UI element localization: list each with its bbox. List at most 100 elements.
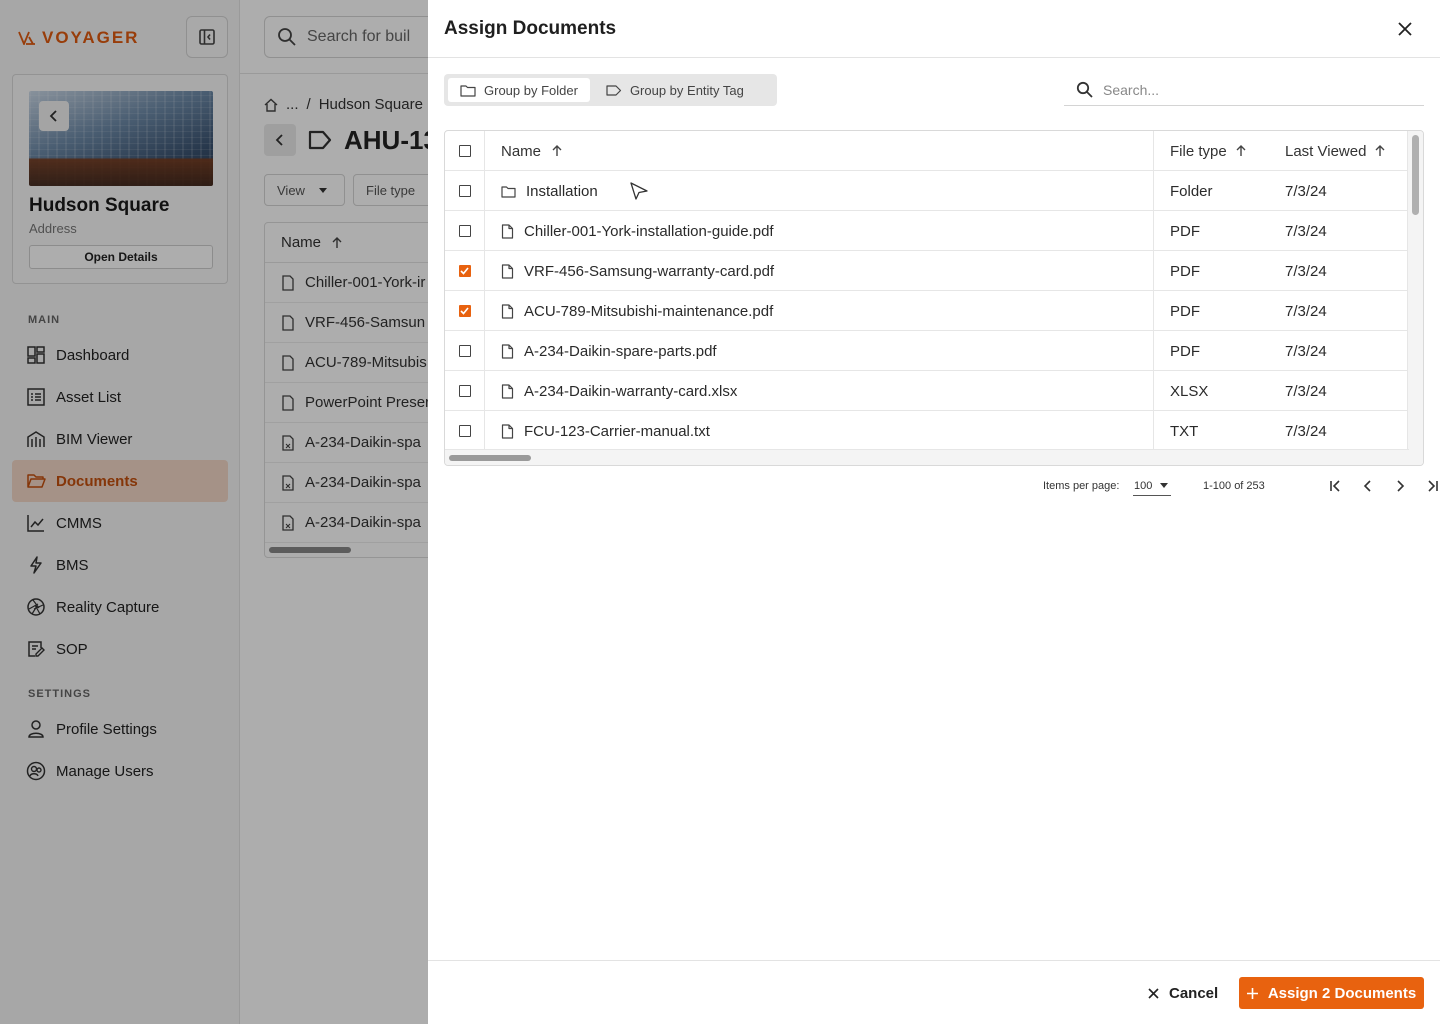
caret-down-icon [1160,483,1169,488]
modal-backdrop[interactable] [0,0,428,1024]
row-checkbox-cell [445,291,485,331]
file-icon [501,303,514,319]
vertical-scrollbar[interactable] [1407,131,1423,465]
items-per-page-select[interactable]: 100 [1133,476,1171,496]
search-icon [1076,81,1093,98]
column-label: Name [501,142,542,160]
assign-documents-dialog: Assign Documents Group by Folder Group b… [428,0,1440,1024]
plus-icon [1246,987,1258,999]
file-icon [501,263,514,279]
next-page-button[interactable] [1390,476,1410,496]
assign-label: Assign 2 Documents [1267,984,1417,1002]
select-all-checkbox[interactable] [458,145,471,157]
row-last-viewed: 7/3/24 [1285,262,1327,280]
table-row[interactable]: Chiller-001-York-installation-guide.pdf P… [445,211,1409,251]
sort-up-icon [1236,145,1246,156]
row-checkbox-cell [445,411,485,451]
checkmark-icon [460,267,469,275]
tag-icon [606,84,622,96]
tab-group-by-folder[interactable]: Group by Folder [448,78,590,102]
file-icon [501,343,514,359]
table-row[interactable]: Installation Folder 7/3/24 [445,171,1409,211]
row-checkbox-cell [445,211,485,251]
items-per-page-label: Items per page: [1043,480,1120,492]
tab-label: Group by Folder [484,82,578,98]
row-name-cell[interactable]: VRF-456-Samsung-warranty-card.pdf [485,251,1154,291]
row-name: ACU-789-Mitsubishi-maintenance.pdf [524,302,774,320]
cancel-button[interactable]: Cancel [1148,977,1218,1009]
file-icon [501,383,514,399]
row-last-viewed: 7/3/24 [1285,422,1327,440]
grouping-toggle: Group by Folder Group by Entity Tag [444,74,777,106]
folder-icon [460,84,476,97]
row-file-type: PDF [1170,342,1200,360]
select-all-cell [445,131,485,171]
tab-label: Group by Entity Tag [629,82,744,98]
sort-up-icon [552,145,562,156]
mouse-cursor-icon [629,181,649,206]
row-checkbox-cell [445,331,485,371]
row-name: Installation [526,182,598,200]
row-name-cell[interactable]: Chiller-001-York-installation-guide.pdf [485,211,1154,251]
close-dialog-button[interactable] [1394,18,1416,40]
horizontal-scrollbar[interactable] [445,449,1409,465]
horizontal-scroll-thumb[interactable] [449,455,531,461]
sort-up-icon [1375,145,1385,156]
table-row[interactable]: A-234-Daikin-spare-parts.pdf PDF 7/3/24 [445,331,1409,371]
row-checkbox[interactable] [458,425,471,437]
row-checkbox-cell [445,371,485,411]
assign-documents-button[interactable]: Assign 2 Documents [1239,977,1424,1009]
row-last-viewed: 7/3/24 [1285,302,1327,320]
row-name: Chiller-001-York-installation-guide.pdf [524,222,774,240]
row-checkbox[interactable] [458,265,471,277]
column-label: File type [1170,142,1227,160]
row-checkbox[interactable] [458,345,471,357]
dialog-footer: Cancel Assign 2 Documents [428,960,1440,1024]
last-page-icon [1428,480,1438,492]
row-name: VRF-456-Samsung-warranty-card.pdf [524,262,775,280]
first-page-icon [1330,480,1340,492]
row-name-cell[interactable]: FCU-123-Carrier-manual.txt [485,411,1154,451]
row-name: A-234-Daikin-spare-parts.pdf [524,342,717,360]
file-icon [501,423,514,439]
first-page-button[interactable] [1326,476,1346,496]
row-checkbox[interactable] [458,385,471,397]
table-row[interactable]: FCU-123-Carrier-manual.txt TXT 7/3/24 [445,411,1409,451]
items-per-page-value: 100 [1134,479,1153,492]
name-column-header[interactable]: Name [485,131,1154,171]
document-search-input[interactable] [1103,81,1403,98]
row-name: FCU-123-Carrier-manual.txt [524,422,710,440]
row-checkbox[interactable] [458,185,471,197]
table-row[interactable]: A-234-Daikin-warranty-card.xlsx XLSX 7/3/2… [445,371,1409,411]
row-checkbox[interactable] [458,305,471,317]
row-name-cell[interactable]: A-234-Daikin-warranty-card.xlsx [485,371,1154,411]
folder-icon [501,185,516,198]
row-checkbox[interactable] [458,225,471,237]
page-range: 1-100 of 253 [1203,480,1265,492]
row-file-type: TXT [1170,422,1199,440]
previous-page-button[interactable] [1358,476,1378,496]
row-last-viewed: 7/3/24 [1285,342,1327,360]
row-file-type: XLSX [1170,382,1209,400]
row-name: A-234-Daikin-warranty-card.xlsx [524,382,738,400]
pagination: Items per page: 100 1-100 of 253 [1028,474,1438,498]
row-file-type: PDF [1170,222,1200,240]
close-icon [1398,22,1412,36]
file-type-column-header[interactable]: File type [1170,131,1280,171]
chevron-right-icon [1397,480,1405,492]
column-label: Last Viewed [1285,142,1367,160]
tab-group-by-entity-tag[interactable]: Group by Entity Tag [594,78,756,102]
dialog-header: Assign Documents [428,0,1440,58]
last-page-button[interactable] [1422,476,1440,496]
row-name-cell[interactable]: A-234-Daikin-spare-parts.pdf [485,331,1154,371]
row-name-cell[interactable]: Installation [485,171,1154,211]
last-viewed-column-header[interactable]: Last Viewed [1285,131,1405,171]
row-name-cell[interactable]: ACU-789-Mitsubishi-maintenance.pdf [485,291,1154,331]
row-last-viewed: 7/3/24 [1285,382,1327,400]
row-file-type: PDF [1170,302,1200,320]
table-row[interactable]: VRF-456-Samsung-warranty-card.pdf PDF 7/3/… [445,251,1409,291]
row-file-type: PDF [1170,262,1200,280]
vertical-scroll-thumb[interactable] [1412,135,1419,215]
table-row[interactable]: ACU-789-Mitsubishi-maintenance.pdf PDF 7/3… [445,291,1409,331]
chevron-left-icon [1363,480,1371,492]
